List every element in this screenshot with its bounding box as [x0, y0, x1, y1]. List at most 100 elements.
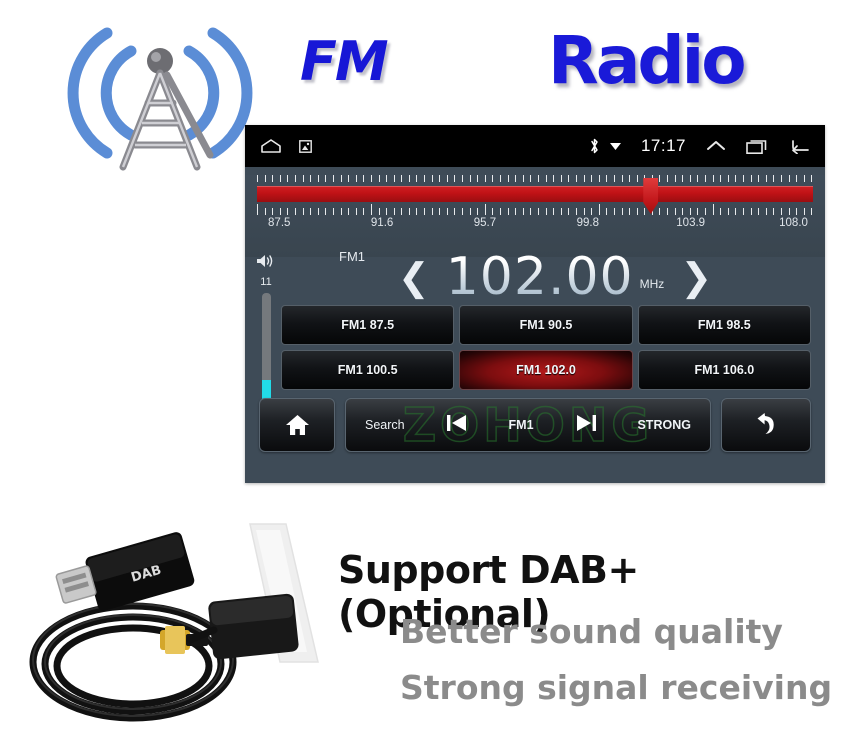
car-radio-screen: 17:17 87.5 91.6 95.7 99.8 103.9 108.0 11… [245, 125, 825, 483]
tuner-tick [317, 175, 319, 182]
transport-bar: ZOHONG Search FM1 STRONG [345, 398, 711, 452]
tuner-ticks-bottom [257, 204, 813, 215]
tuner-tick [257, 204, 258, 215]
search-button[interactable]: Search [365, 418, 405, 432]
tuner-scale-label: 108.0 [779, 217, 808, 229]
tuner-tick [446, 208, 448, 215]
tuner-tick [279, 175, 281, 182]
tuner-tick [325, 208, 327, 215]
tuner-tick [317, 208, 319, 215]
tuner-tick [682, 208, 684, 215]
tuner-tick [773, 175, 775, 182]
tuner-tick [439, 175, 441, 182]
tuner-tick [287, 175, 289, 182]
screenshot-icon[interactable] [299, 139, 312, 153]
chevron-left-icon[interactable]: ❮ [392, 258, 436, 296]
tuner-tick [500, 175, 501, 182]
tuner-tick [348, 175, 350, 182]
tuner-tick [606, 175, 608, 182]
tuner-tick [515, 208, 517, 215]
tuner-tick [606, 208, 608, 215]
tuner-tick [363, 175, 365, 182]
tuner-tick [765, 175, 767, 182]
preset-button[interactable]: FM1 98.5 [637, 305, 811, 345]
tuner-red-bar [257, 186, 813, 202]
tuner-tick [712, 204, 714, 215]
fm-radio-banner: FM Radio 17:17 87.5 91.6 95.7 99.8 103.9… [0, 0, 850, 500]
usb-dab-antenna-icon: DAB [29, 523, 319, 722]
tuner-tick [705, 208, 707, 215]
status-bar-clock: 17:17 [640, 136, 686, 155]
tuner-tick [591, 208, 593, 215]
tuner-tick [272, 208, 274, 215]
recents-icon[interactable] [746, 138, 768, 155]
tuner-tick [758, 175, 760, 182]
tuner-tick [613, 175, 615, 182]
tuner-tick [621, 175, 623, 182]
tuner-tick [264, 208, 266, 215]
tuner-tick [294, 175, 296, 182]
tuner-scale-track[interactable] [257, 175, 813, 215]
tuner-tick [583, 208, 585, 215]
tuner-tick [416, 208, 418, 215]
tuner-tick [477, 208, 479, 215]
preset-button[interactable]: FM1 90.5 [459, 305, 633, 345]
tuner-tick [484, 175, 486, 182]
home-outline-icon[interactable] [259, 138, 283, 154]
band-button[interactable]: FM1 [509, 418, 534, 432]
tuner-tick [287, 208, 289, 215]
skip-previous-icon[interactable] [443, 411, 471, 440]
home-button[interactable] [259, 398, 335, 452]
tuner-tick [500, 208, 501, 215]
tuner-tick [462, 208, 464, 215]
tuner-tick [393, 175, 395, 182]
tuner-tick [424, 208, 426, 215]
tuner-tick [340, 208, 342, 215]
tuner-tick [492, 208, 494, 215]
tuner-tick [310, 175, 312, 182]
tuner-scale-label: 95.7 [473, 217, 497, 229]
tuner-tick [743, 208, 744, 215]
tuner-tick [408, 208, 410, 215]
tuner-tick [522, 175, 524, 182]
tuner-scale-label: 103.9 [676, 217, 706, 229]
tuner-tick [598, 175, 600, 182]
tuner-tick [537, 175, 539, 182]
chevron-right-icon[interactable]: ❯ [674, 258, 718, 296]
tuner-tick [560, 175, 562, 182]
tuner-tick [803, 175, 805, 182]
back-button[interactable] [721, 398, 811, 452]
tuner-tick [446, 175, 448, 182]
preset-button[interactable]: FM1 87.5 [281, 305, 455, 345]
chevron-up-icon[interactable] [705, 138, 727, 154]
tuner-tick [674, 208, 676, 215]
bottom-toolbar: ZOHONG Search FM1 STRONG [259, 397, 811, 453]
strong-button[interactable]: STRONG [637, 418, 690, 432]
tuner-tick [720, 175, 722, 182]
tuner-tick [575, 175, 577, 182]
skip-next-icon[interactable] [572, 411, 600, 440]
fm-wordmark: FM [300, 30, 389, 93]
undo-arrow-icon [757, 413, 774, 434]
tuner-tick [378, 175, 380, 182]
tuner-tick [439, 208, 441, 215]
radio-tower-icon [67, 27, 253, 171]
tuner-tick [553, 175, 555, 182]
tuner-tick [659, 175, 661, 182]
tuner-tick [636, 208, 638, 215]
tuner-tick [636, 175, 638, 182]
tuner-tick [424, 175, 426, 182]
tuner-tick [515, 175, 517, 182]
tuner-tick [492, 175, 494, 182]
back-arrow-icon[interactable] [787, 138, 811, 154]
tuner-tick [393, 208, 395, 215]
tuner-tick [401, 175, 403, 182]
tuner-tick [401, 208, 403, 215]
dab-benefit-line-2: Strong signal receiving [400, 668, 833, 707]
tuner-scale-label: 91.6 [370, 217, 394, 229]
preset-button[interactable]: FM1 102.0 [459, 350, 633, 390]
preset-button[interactable]: FM1 106.0 [637, 350, 811, 390]
tuner-tick [462, 175, 464, 182]
tuner-tick [378, 208, 380, 215]
preset-button[interactable]: FM1 100.5 [281, 350, 455, 390]
